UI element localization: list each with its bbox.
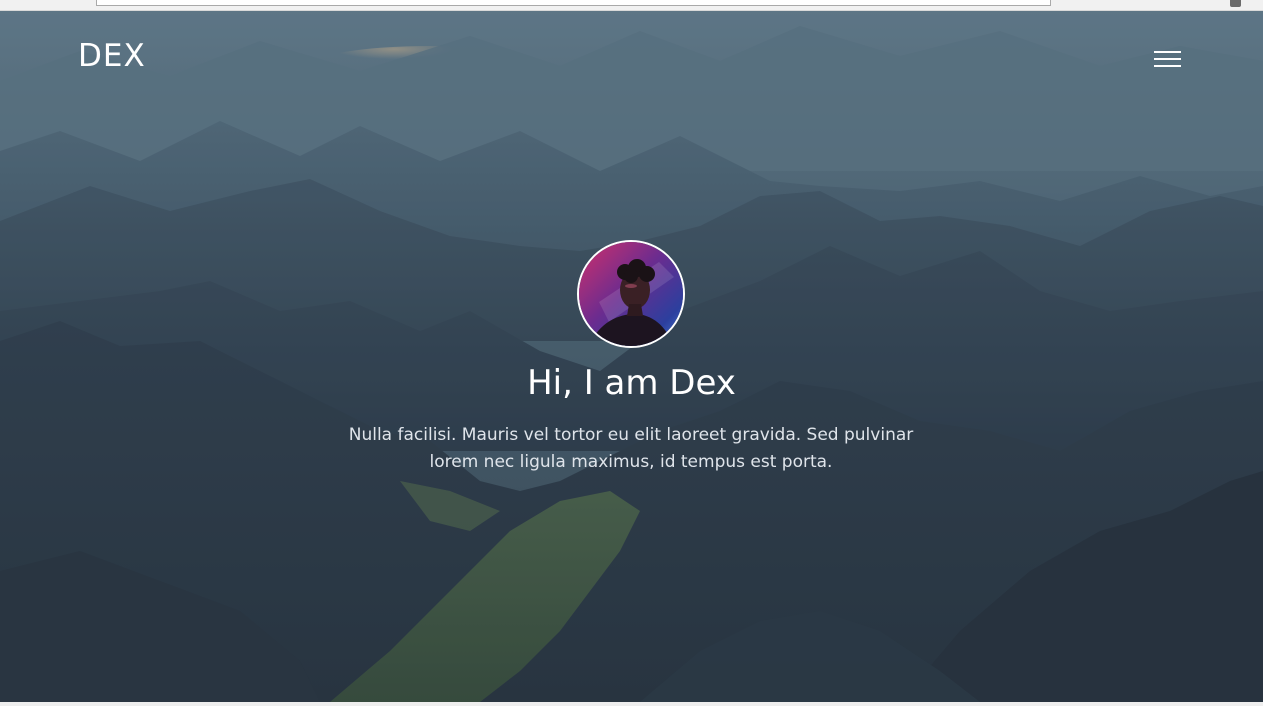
- page-bottom-edge: [0, 702, 1263, 706]
- avatar: [577, 240, 685, 348]
- browser-bar: [0, 0, 1263, 11]
- site-logo[interactable]: DEX: [78, 41, 146, 72]
- address-bar[interactable]: [96, 0, 1051, 6]
- menu-line-middle: [1154, 58, 1181, 60]
- extension-icon[interactable]: [1230, 0, 1241, 7]
- hero-overlay: [0, 11, 1263, 702]
- menu-line-top: [1154, 51, 1181, 53]
- hamburger-menu-icon[interactable]: [1150, 47, 1184, 71]
- intro-text: Nulla facilisi. Mauris vel tortor eu eli…: [348, 425, 914, 472]
- hero-section: DEX Hi, I am Dex Nulla facilisi. Mauris …: [0, 11, 1263, 702]
- page-title: Hi, I am Dex: [527, 363, 736, 403]
- menu-line-bottom: [1154, 65, 1181, 67]
- avatar-portrait-image: [579, 242, 683, 346]
